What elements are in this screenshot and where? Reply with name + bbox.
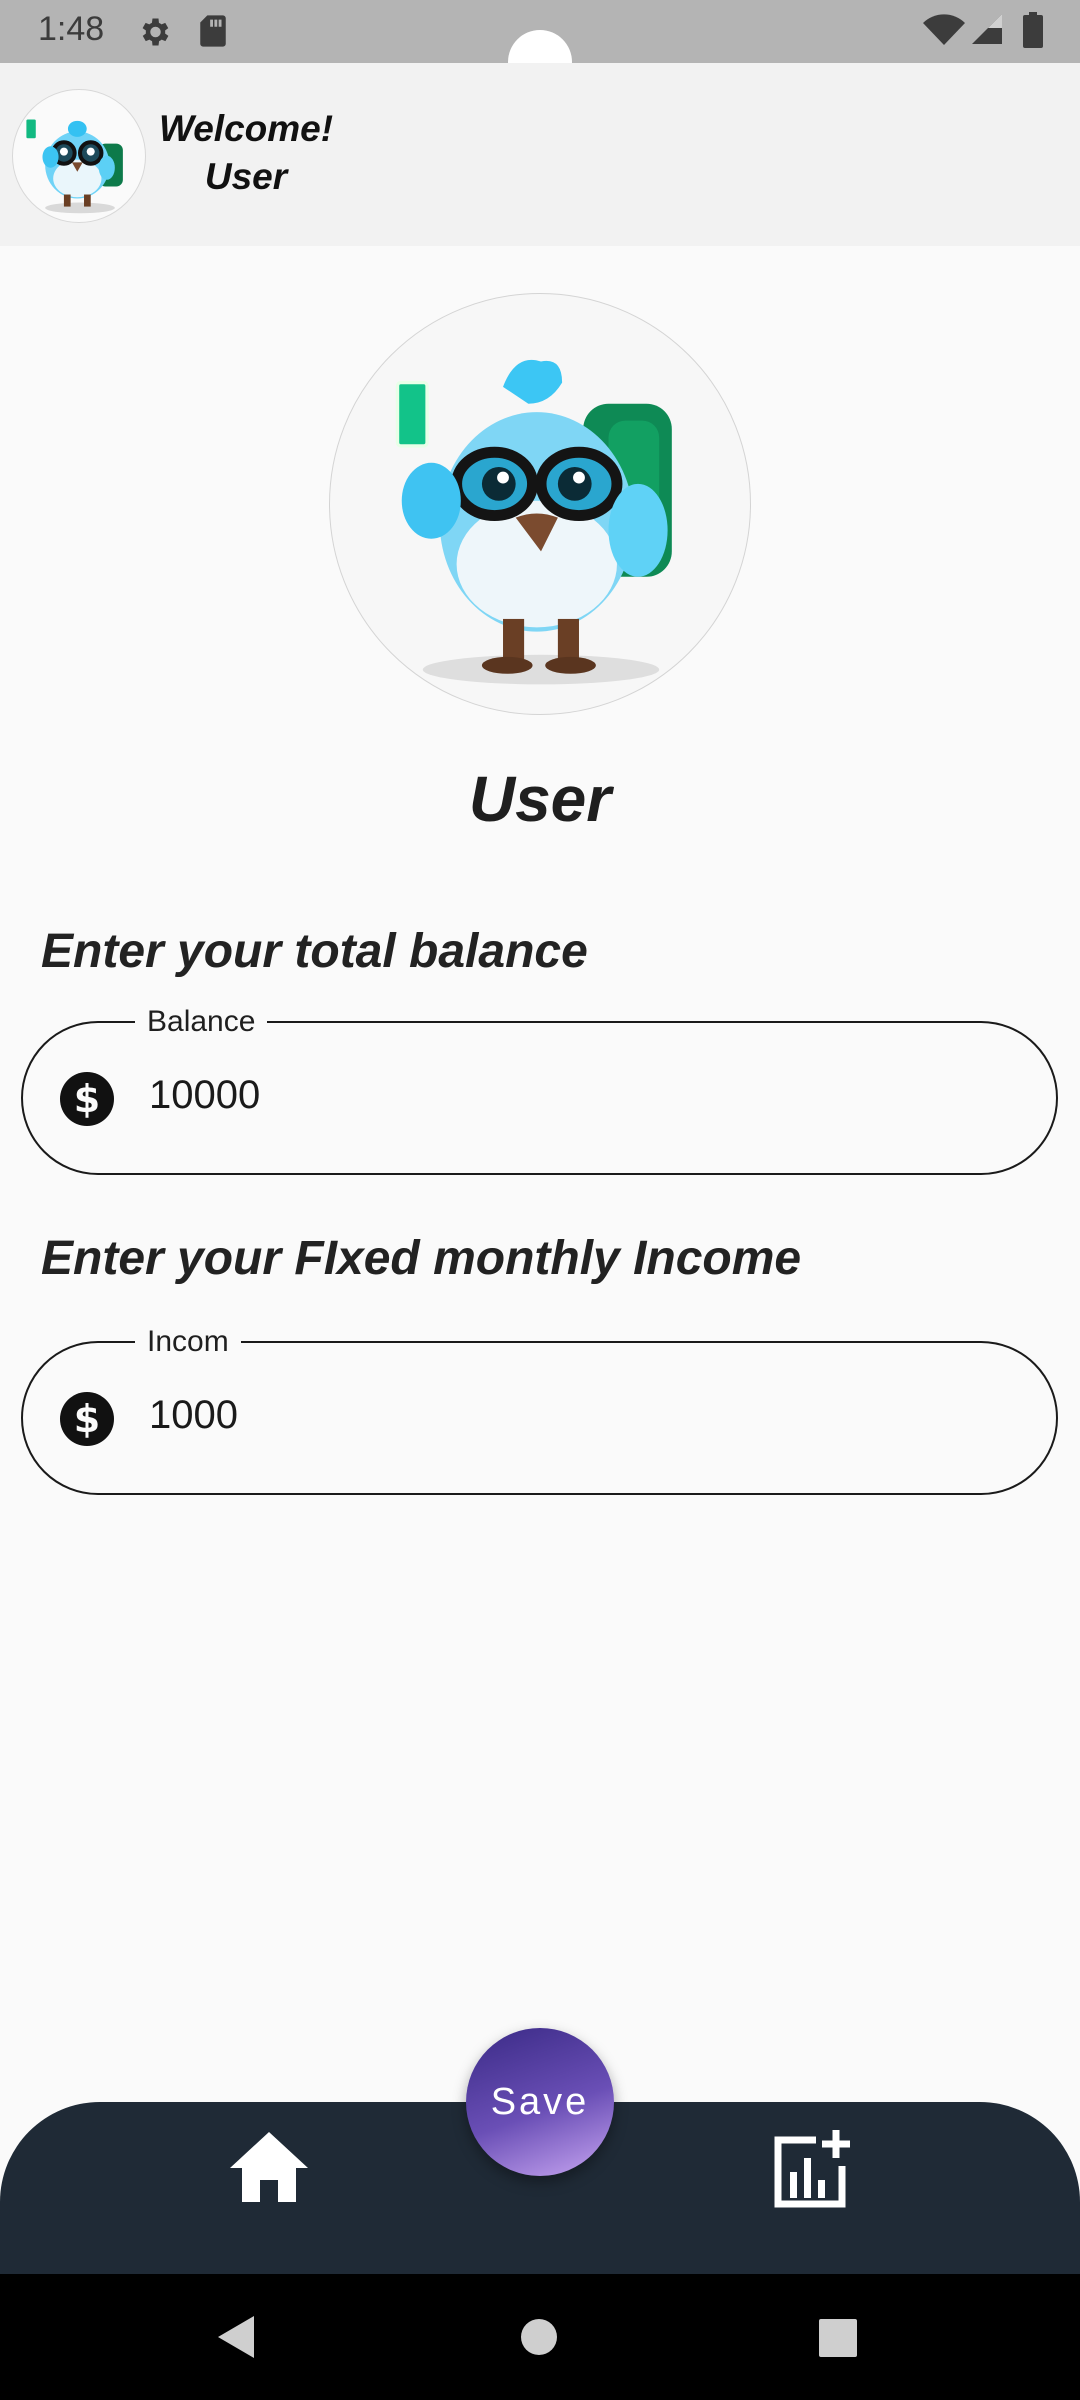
welcome-text: Welcome! User [156,105,336,201]
income-field-label: Incom [135,1325,241,1359]
bird-mascot-avatar [26,119,123,214]
balance-input[interactable]: 10000 [149,1073,260,1118]
recents-icon[interactable] [818,2318,858,2358]
battery-icon [1023,12,1043,48]
header-avatar[interactable] [12,89,146,223]
status-time: 1:48 [38,10,105,48]
back-icon[interactable] [214,2314,258,2360]
income-section-label: Enter your FIxed monthly Income [41,1232,802,1285]
system-navigation-bar [0,2274,1080,2400]
home-circle-icon[interactable] [520,2318,558,2356]
app-header: Welcome! User [0,63,1080,246]
welcome-username: User [204,156,288,197]
sd-card-icon [200,15,226,47]
wifi-icon [923,14,965,45]
income-field[interactable]: Incom $ 1000 [21,1325,1058,1495]
home-icon[interactable] [228,2130,310,2204]
add-chart-icon[interactable] [768,2128,852,2212]
dollar-icon: $ [60,1072,114,1126]
welcome-greeting: Welcome! [158,108,334,149]
balance-field[interactable]: Balance $ 10000 [21,1005,1058,1175]
profile-name: User [468,763,612,835]
dollar-icon: $ [60,1392,114,1446]
gear-icon [142,18,169,46]
signal-icon [972,14,1002,44]
save-button[interactable]: Save [466,2028,614,2176]
svg-text:$: $ [74,1397,100,1441]
balance-field-label: Balance [135,1005,268,1039]
profile-avatar[interactable] [329,293,751,715]
svg-text:$: $ [74,1077,100,1121]
balance-section-label: Enter your total balance [41,925,588,978]
bird-mascot-avatar [395,359,672,685]
income-input[interactable]: 1000 [149,1393,238,1438]
